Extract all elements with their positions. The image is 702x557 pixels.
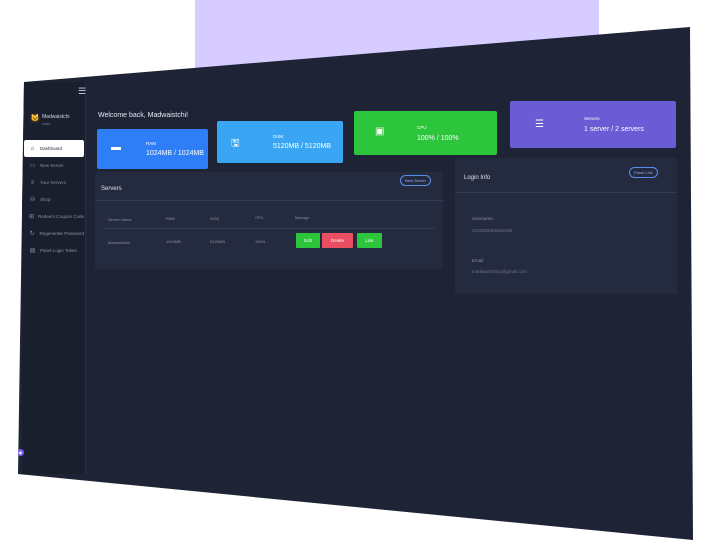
sidebar-item-panel-login-token[interactable]: ▤ Panel Login Token <box>24 242 84 259</box>
disk-cell: 5120MB <box>210 239 225 244</box>
sidebar-item-label: Regenerate Password <box>39 231 84 236</box>
servers-panel-title: Servers <box>101 186 122 192</box>
ram-cell: 1024MB <box>166 239 181 244</box>
list-icon: ≡ <box>30 179 35 186</box>
welcome-text: Welcome back, Madwaistchi! <box>98 112 189 119</box>
cpu-icon: ▣ <box>375 126 385 137</box>
stat-card-cpu: ▣ CPU 100% / 100% <box>354 111 497 155</box>
column-header: Server Name <box>108 217 132 222</box>
username-value: 2233389366460298 <box>472 228 513 233</box>
servers-panel: Servers New Server Server Name RAM DISK … <box>95 172 443 269</box>
user-name: Madwaistchi <box>42 114 70 120</box>
sidebar-item-label: Redeem Coupon Code <box>38 214 85 219</box>
column-header: CPU <box>255 215 264 220</box>
sidebar-item-redeem-coupon[interactable]: ⊞ Redeem Coupon Code <box>24 208 84 225</box>
sidebar-item-label: Shop <box>40 197 51 202</box>
document-icon: ▤ <box>29 248 36 254</box>
stat-card-servers: ☰ Servers 1 server / 2 servers <box>510 101 676 148</box>
new-server-button[interactable]: New Server <box>400 175 431 186</box>
login-info-panel: Login Info Panel Link Username: 22333893… <box>455 158 677 294</box>
stat-label: Servers <box>584 116 600 121</box>
divider <box>103 228 435 229</box>
panel-link-button[interactable]: Panel Link <box>629 167 658 178</box>
servers-icon: ☰ <box>535 119 544 130</box>
server-icon: ▭ <box>29 163 36 169</box>
app-window: ☰ 🐱 Madwaistchi User ⌂ Dashboard ▭ New S… <box>18 27 693 540</box>
stat-card-disk: 🖫 DISK 5120MB / 5120MB <box>217 121 343 163</box>
sidebar-item-your-servers[interactable]: ≡ Your Servers <box>24 174 84 191</box>
sidebar-item-new-server[interactable]: ▭ New Server <box>24 157 84 174</box>
username-label: Username: <box>472 216 495 221</box>
delete-button[interactable]: Delete <box>322 233 353 248</box>
sidebar-item-label: Panel Login Token <box>40 248 77 253</box>
ram-icon: ▬ <box>111 142 121 153</box>
shop-icon: ⛁ <box>29 197 36 203</box>
column-header: DISK <box>210 216 220 221</box>
sidebar-item-label: New Server <box>40 163 64 168</box>
disk-icon: 🖫 <box>231 138 240 149</box>
user-role: User <box>42 121 51 126</box>
stat-value: 100% / 100% <box>417 135 459 142</box>
sidebar-item-label: Your Servers <box>40 180 66 185</box>
link-button[interactable]: Link <box>357 233 382 248</box>
home-icon: ⌂ <box>30 145 35 152</box>
sidebar-item-dashboard[interactable]: ⌂ Dashboard <box>24 140 84 157</box>
avatar: 🐱 <box>30 113 40 123</box>
stat-label: RAM <box>146 141 156 146</box>
coupon-icon: ⊞ <box>29 214 35 220</box>
server-name-cell: Madwaistchi <box>108 240 131 245</box>
divider <box>455 192 677 193</box>
login-panel-title: Login Info <box>464 175 491 181</box>
stat-value: 1024MB / 1024MB <box>146 150 204 157</box>
stat-label: CPU <box>417 125 427 130</box>
hamburger-icon[interactable]: ☰ <box>78 86 86 97</box>
edit-button[interactable]: Edit <box>296 233 320 248</box>
stat-value: 5120MB / 5120MB <box>273 143 331 150</box>
stat-value: 1 server / 2 servers <box>584 126 644 133</box>
refresh-icon: ↻ <box>29 231 35 237</box>
sidebar-nav: ⌂ Dashboard ▭ New Server ≡ Your Servers … <box>24 140 84 259</box>
cpu-cell: 100% <box>255 239 266 244</box>
divider <box>95 200 443 201</box>
sidebar-item-regenerate-password[interactable]: ↻ Regenerate Password <box>24 225 84 242</box>
stat-card-ram: ▬ RAM 1024MB / 1024MB <box>97 129 208 169</box>
column-header: Manage <box>295 215 310 220</box>
email-value: madwaistchi14@gmail.com <box>472 269 527 274</box>
stat-label: DISK <box>273 134 284 139</box>
sidebar-item-label: Dashboard <box>40 146 63 151</box>
column-header: RAM <box>166 216 175 221</box>
sidebar-item-shop[interactable]: ⛁ Shop <box>24 191 84 208</box>
email-label: Email: <box>472 258 485 263</box>
theme-toggle-icon[interactable]: ◉ <box>18 449 24 456</box>
